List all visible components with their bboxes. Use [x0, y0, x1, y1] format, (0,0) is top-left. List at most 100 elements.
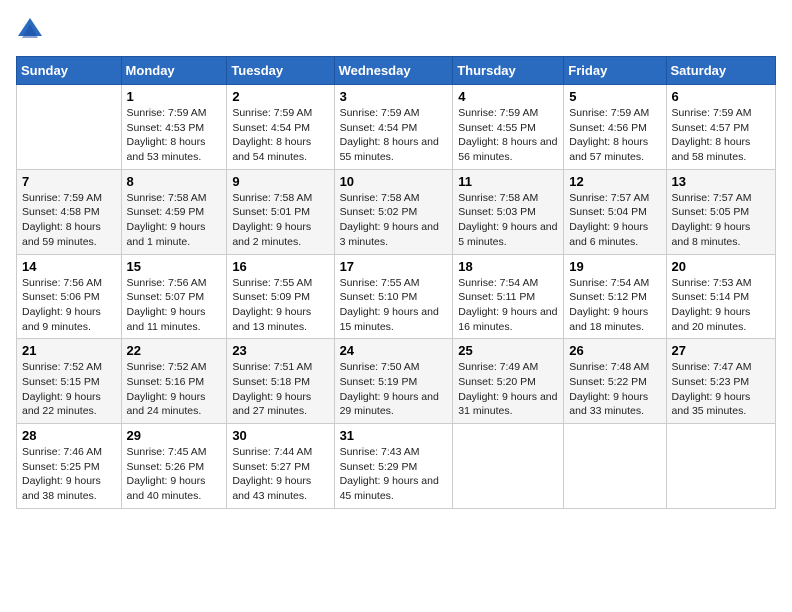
day-number: 7	[22, 174, 116, 189]
day-info: Sunrise: 7:45 AMSunset: 5:26 PMDaylight:…	[127, 445, 222, 504]
day-number: 25	[458, 343, 558, 358]
day-number: 9	[232, 174, 328, 189]
calendar-cell: 13 Sunrise: 7:57 AMSunset: 5:05 PMDaylig…	[666, 169, 775, 254]
calendar-cell: 20 Sunrise: 7:53 AMSunset: 5:14 PMDaylig…	[666, 254, 775, 339]
calendar-cell: 3 Sunrise: 7:59 AMSunset: 4:54 PMDayligh…	[334, 85, 453, 170]
day-info: Sunrise: 7:55 AMSunset: 5:10 PMDaylight:…	[340, 276, 448, 335]
calendar-cell: 27 Sunrise: 7:47 AMSunset: 5:23 PMDaylig…	[666, 339, 775, 424]
day-number: 20	[672, 259, 770, 274]
day-info: Sunrise: 7:44 AMSunset: 5:27 PMDaylight:…	[232, 445, 328, 504]
calendar-cell	[17, 85, 122, 170]
day-number: 22	[127, 343, 222, 358]
day-info: Sunrise: 7:43 AMSunset: 5:29 PMDaylight:…	[340, 445, 448, 504]
day-number: 14	[22, 259, 116, 274]
day-number: 2	[232, 89, 328, 104]
day-number: 1	[127, 89, 222, 104]
weekday-header-monday: Monday	[121, 57, 227, 85]
day-number: 28	[22, 428, 116, 443]
day-number: 23	[232, 343, 328, 358]
weekday-header-sunday: Sunday	[17, 57, 122, 85]
calendar-cell: 19 Sunrise: 7:54 AMSunset: 5:12 PMDaylig…	[564, 254, 666, 339]
day-number: 26	[569, 343, 660, 358]
calendar-cell: 1 Sunrise: 7:59 AMSunset: 4:53 PMDayligh…	[121, 85, 227, 170]
day-number: 31	[340, 428, 448, 443]
calendar-cell: 29 Sunrise: 7:45 AMSunset: 5:26 PMDaylig…	[121, 424, 227, 509]
calendar-cell	[453, 424, 564, 509]
day-info: Sunrise: 7:54 AMSunset: 5:11 PMDaylight:…	[458, 276, 558, 335]
day-number: 5	[569, 89, 660, 104]
weekday-header-tuesday: Tuesday	[227, 57, 334, 85]
day-info: Sunrise: 7:59 AMSunset: 4:58 PMDaylight:…	[22, 191, 116, 250]
day-number: 24	[340, 343, 448, 358]
weekday-header-thursday: Thursday	[453, 57, 564, 85]
day-info: Sunrise: 7:53 AMSunset: 5:14 PMDaylight:…	[672, 276, 770, 335]
day-info: Sunrise: 7:59 AMSunset: 4:56 PMDaylight:…	[569, 106, 660, 165]
calendar-cell	[666, 424, 775, 509]
calendar-cell: 21 Sunrise: 7:52 AMSunset: 5:15 PMDaylig…	[17, 339, 122, 424]
day-info: Sunrise: 7:50 AMSunset: 5:19 PMDaylight:…	[340, 360, 448, 419]
day-number: 16	[232, 259, 328, 274]
calendar-cell: 16 Sunrise: 7:55 AMSunset: 5:09 PMDaylig…	[227, 254, 334, 339]
day-info: Sunrise: 7:57 AMSunset: 5:04 PMDaylight:…	[569, 191, 660, 250]
weekday-header-saturday: Saturday	[666, 57, 775, 85]
day-info: Sunrise: 7:58 AMSunset: 5:02 PMDaylight:…	[340, 191, 448, 250]
day-info: Sunrise: 7:59 AMSunset: 4:57 PMDaylight:…	[672, 106, 770, 165]
calendar-cell: 18 Sunrise: 7:54 AMSunset: 5:11 PMDaylig…	[453, 254, 564, 339]
day-info: Sunrise: 7:51 AMSunset: 5:18 PMDaylight:…	[232, 360, 328, 419]
day-info: Sunrise: 7:58 AMSunset: 5:03 PMDaylight:…	[458, 191, 558, 250]
calendar-cell: 12 Sunrise: 7:57 AMSunset: 5:04 PMDaylig…	[564, 169, 666, 254]
calendar-cell: 25 Sunrise: 7:49 AMSunset: 5:20 PMDaylig…	[453, 339, 564, 424]
day-info: Sunrise: 7:58 AMSunset: 5:01 PMDaylight:…	[232, 191, 328, 250]
day-info: Sunrise: 7:49 AMSunset: 5:20 PMDaylight:…	[458, 360, 558, 419]
day-number: 19	[569, 259, 660, 274]
calendar-cell: 28 Sunrise: 7:46 AMSunset: 5:25 PMDaylig…	[17, 424, 122, 509]
day-number: 12	[569, 174, 660, 189]
day-info: Sunrise: 7:56 AMSunset: 5:07 PMDaylight:…	[127, 276, 222, 335]
calendar-cell: 5 Sunrise: 7:59 AMSunset: 4:56 PMDayligh…	[564, 85, 666, 170]
day-info: Sunrise: 7:58 AMSunset: 4:59 PMDaylight:…	[127, 191, 222, 250]
calendar-cell: 9 Sunrise: 7:58 AMSunset: 5:01 PMDayligh…	[227, 169, 334, 254]
day-number: 27	[672, 343, 770, 358]
calendar-cell: 2 Sunrise: 7:59 AMSunset: 4:54 PMDayligh…	[227, 85, 334, 170]
logo-icon	[16, 16, 44, 44]
calendar-cell: 17 Sunrise: 7:55 AMSunset: 5:10 PMDaylig…	[334, 254, 453, 339]
calendar-cell: 30 Sunrise: 7:44 AMSunset: 5:27 PMDaylig…	[227, 424, 334, 509]
day-number: 18	[458, 259, 558, 274]
calendar-cell	[564, 424, 666, 509]
day-info: Sunrise: 7:54 AMSunset: 5:12 PMDaylight:…	[569, 276, 660, 335]
calendar-cell: 24 Sunrise: 7:50 AMSunset: 5:19 PMDaylig…	[334, 339, 453, 424]
day-number: 8	[127, 174, 222, 189]
weekday-header-wednesday: Wednesday	[334, 57, 453, 85]
day-number: 4	[458, 89, 558, 104]
day-info: Sunrise: 7:48 AMSunset: 5:22 PMDaylight:…	[569, 360, 660, 419]
day-number: 17	[340, 259, 448, 274]
day-info: Sunrise: 7:55 AMSunset: 5:09 PMDaylight:…	[232, 276, 328, 335]
calendar-cell: 15 Sunrise: 7:56 AMSunset: 5:07 PMDaylig…	[121, 254, 227, 339]
calendar-table: SundayMondayTuesdayWednesdayThursdayFrid…	[16, 56, 776, 509]
day-info: Sunrise: 7:59 AMSunset: 4:54 PMDaylight:…	[232, 106, 328, 165]
calendar-cell: 8 Sunrise: 7:58 AMSunset: 4:59 PMDayligh…	[121, 169, 227, 254]
day-info: Sunrise: 7:59 AMSunset: 4:53 PMDaylight:…	[127, 106, 222, 165]
day-info: Sunrise: 7:59 AMSunset: 4:54 PMDaylight:…	[340, 106, 448, 165]
calendar-cell: 14 Sunrise: 7:56 AMSunset: 5:06 PMDaylig…	[17, 254, 122, 339]
weekday-header-friday: Friday	[564, 57, 666, 85]
day-info: Sunrise: 7:59 AMSunset: 4:55 PMDaylight:…	[458, 106, 558, 165]
day-number: 3	[340, 89, 448, 104]
day-number: 30	[232, 428, 328, 443]
day-info: Sunrise: 7:47 AMSunset: 5:23 PMDaylight:…	[672, 360, 770, 419]
day-number: 13	[672, 174, 770, 189]
calendar-cell: 7 Sunrise: 7:59 AMSunset: 4:58 PMDayligh…	[17, 169, 122, 254]
calendar-cell: 22 Sunrise: 7:52 AMSunset: 5:16 PMDaylig…	[121, 339, 227, 424]
logo	[16, 16, 48, 44]
calendar-cell: 4 Sunrise: 7:59 AMSunset: 4:55 PMDayligh…	[453, 85, 564, 170]
day-info: Sunrise: 7:46 AMSunset: 5:25 PMDaylight:…	[22, 445, 116, 504]
day-number: 29	[127, 428, 222, 443]
day-info: Sunrise: 7:52 AMSunset: 5:16 PMDaylight:…	[127, 360, 222, 419]
calendar-cell: 26 Sunrise: 7:48 AMSunset: 5:22 PMDaylig…	[564, 339, 666, 424]
day-number: 11	[458, 174, 558, 189]
day-number: 10	[340, 174, 448, 189]
calendar-cell: 10 Sunrise: 7:58 AMSunset: 5:02 PMDaylig…	[334, 169, 453, 254]
day-info: Sunrise: 7:57 AMSunset: 5:05 PMDaylight:…	[672, 191, 770, 250]
calendar-cell: 23 Sunrise: 7:51 AMSunset: 5:18 PMDaylig…	[227, 339, 334, 424]
calendar-cell: 31 Sunrise: 7:43 AMSunset: 5:29 PMDaylig…	[334, 424, 453, 509]
